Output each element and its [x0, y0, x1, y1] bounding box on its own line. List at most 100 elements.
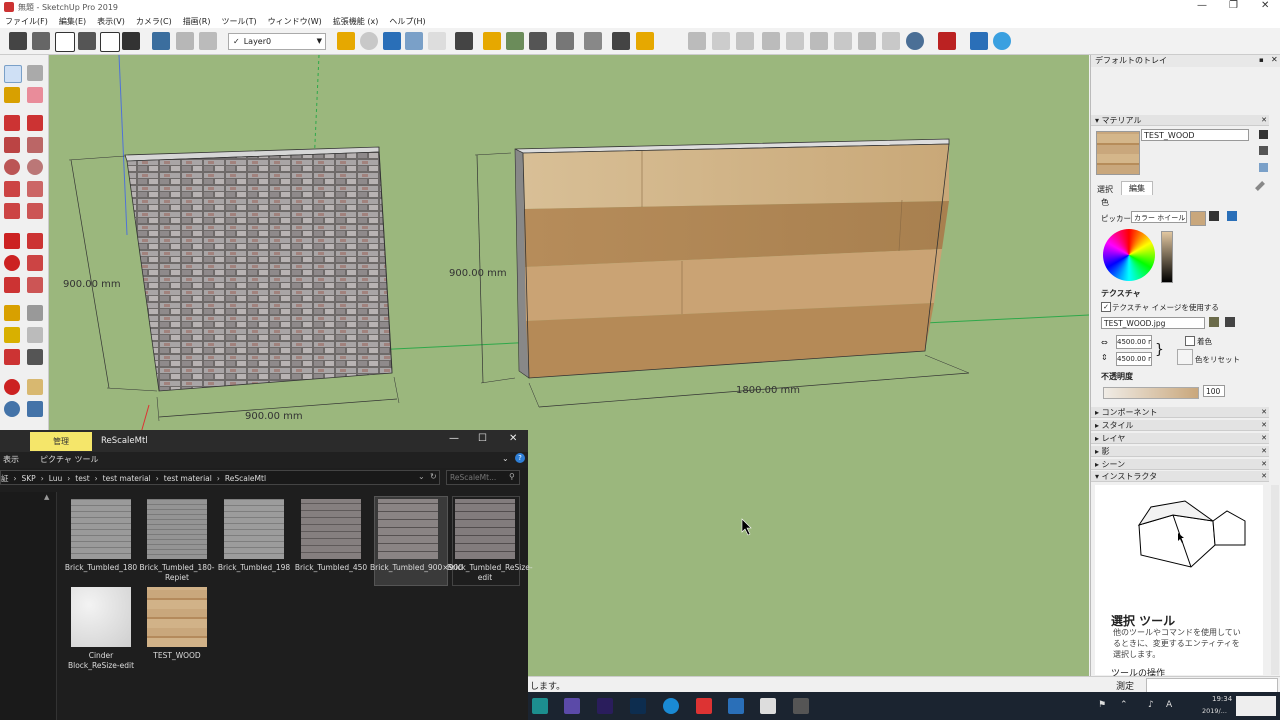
panel-close-icon[interactable]: ✕	[1261, 115, 1267, 126]
opacity-input[interactable]: 100	[1203, 385, 1225, 397]
minimize-button[interactable]: —	[1197, 0, 1207, 11]
create-material-icon[interactable]	[1259, 130, 1268, 139]
breadcrumb-0[interactable]: 証	[1, 474, 9, 483]
scene-icon-2[interactable]	[712, 32, 730, 50]
file-thumbnail[interactable]	[301, 499, 361, 559]
select-tool-icon[interactable]	[4, 65, 22, 83]
file-label[interactable]: Brick_Tumbled_198	[216, 563, 292, 573]
sliders-icon[interactable]	[584, 32, 602, 50]
premiere-icon[interactable]	[564, 698, 580, 714]
help-icon[interactable]: ?	[515, 453, 525, 463]
scale-tool-icon[interactable]	[4, 277, 20, 293]
breadcrumb-4[interactable]: test material	[103, 474, 151, 483]
menu-extensions[interactable]: 拡張機能 (x)	[328, 14, 385, 27]
colorize-checkbox[interactable]	[1185, 336, 1195, 346]
rotated-rect-icon[interactable]	[27, 137, 43, 153]
file-thumbnail[interactable]	[224, 499, 284, 559]
model-info-icon[interactable]	[152, 32, 170, 50]
arrow-down-icon[interactable]	[199, 32, 217, 50]
tab-edit[interactable]: 編集	[1121, 181, 1153, 195]
right-view-icon[interactable]	[78, 32, 96, 50]
manage-tab[interactable]: 管理	[30, 432, 92, 451]
details-arrow-icon[interactable]	[1259, 163, 1268, 172]
lightbulb-icon[interactable]	[993, 32, 1011, 50]
breadcrumb-5[interactable]: test material	[164, 474, 212, 483]
speaker-icon[interactable]	[556, 32, 574, 50]
file-label[interactable]: Brick_Tumbled_ReSize-edit	[447, 563, 533, 583]
left-view-icon[interactable]	[122, 32, 140, 50]
edit-texture-icon[interactable]	[1225, 317, 1235, 327]
follow-me-icon[interactable]	[27, 255, 43, 271]
breadcrumb-2[interactable]: Luu	[49, 474, 63, 483]
extension-icon[interactable]	[405, 32, 423, 50]
arc-tool-icon[interactable]	[4, 181, 20, 197]
push-pull-icon[interactable]	[27, 233, 43, 249]
menu-view[interactable]: 表示(V)	[92, 14, 131, 27]
eraser-layer-icon[interactable]	[176, 32, 194, 50]
file-label[interactable]: Brick_Tumbled_180	[63, 563, 139, 573]
menu-draw[interactable]: 描画(R)	[178, 14, 217, 27]
photoshop-icon[interactable]	[630, 698, 646, 714]
address-bar[interactable]: 証 › SKP › Luu › test › test material › test materi…	[0, 470, 440, 485]
shield-plus-icon[interactable]	[483, 32, 501, 50]
file-thumbnail[interactable]	[455, 499, 515, 559]
pan-tool-icon[interactable]	[27, 379, 43, 395]
file-label[interactable]: Brick_Tumbled_450	[293, 563, 369, 573]
paint-bucket-icon[interactable]	[4, 87, 20, 103]
breadcrumb-3[interactable]: test	[75, 474, 89, 483]
menu-tools[interactable]: ツール(T)	[217, 14, 263, 27]
front-view-icon[interactable]	[55, 32, 75, 52]
text-tool-icon[interactable]	[27, 327, 43, 343]
zoom-window-icon[interactable]	[27, 401, 43, 417]
brightness-slider[interactable]	[1161, 231, 1173, 283]
tray-close-icon[interactable]: ✕	[1271, 55, 1278, 64]
section-icon-6[interactable]	[882, 32, 900, 50]
shield-icon[interactable]	[337, 32, 355, 50]
menu-window[interactable]: ウィンドウ(W)	[263, 14, 328, 27]
menu-edit[interactable]: 編集(E)	[54, 14, 92, 27]
match-color-model-icon[interactable]	[1209, 211, 1219, 221]
clock-date[interactable]: 2019/...	[1202, 707, 1227, 715]
address-dropdown-icon[interactable]: ⌄	[418, 472, 425, 481]
sandbox-icon[interactable]	[529, 32, 547, 50]
back-view-icon[interactable]	[100, 32, 120, 52]
section-icon-3[interactable]	[810, 32, 828, 50]
network-icon[interactable]: ⚑	[1098, 700, 1106, 710]
hat-icon[interactable]	[455, 32, 473, 50]
explorer-close-button[interactable]: ✕	[509, 433, 517, 444]
wood-panel[interactable]	[522, 143, 950, 379]
restore-button[interactable]: ❐	[1229, 0, 1238, 11]
circle-tool-icon[interactable]	[4, 159, 20, 175]
tab-select[interactable]: 選択	[1097, 184, 1113, 195]
materials-panel-header[interactable]: ▾ マテリアル ✕	[1091, 115, 1269, 126]
components-panel-header[interactable]: ▸ コンポーネント ✕	[1091, 407, 1269, 418]
protractor-icon[interactable]	[4, 327, 20, 343]
calculator-icon[interactable]	[793, 698, 809, 714]
volume-icon[interactable]: ♪	[1148, 700, 1154, 710]
aspect-lock-icon[interactable]: }	[1155, 342, 1164, 358]
refresh-icon[interactable]: ↻	[430, 472, 437, 481]
zoom-tool-icon[interactable]	[4, 401, 20, 417]
texture-height-input[interactable]: 4500.00 mm	[1116, 352, 1152, 366]
section-icon-4[interactable]	[834, 32, 852, 50]
measurements-input[interactable]	[1146, 678, 1278, 693]
file-label[interactable]: Brick_Tumbled_900×900	[370, 563, 463, 573]
shadows-panel-header[interactable]: ▸ 影 ✕	[1091, 446, 1269, 457]
scroll-up-icon[interactable]: ▲	[44, 493, 49, 501]
reload-icon[interactable]	[360, 32, 378, 50]
file-label[interactable]: Brick_Tumbled_180-Repiet	[139, 563, 215, 583]
rotate-tool-icon[interactable]	[4, 255, 20, 271]
texture-file-input[interactable]: TEST_WOOD.jpg	[1101, 317, 1205, 329]
skype-icon[interactable]	[663, 698, 679, 714]
orbit-tool-icon[interactable]	[4, 379, 20, 395]
match-color-screen-icon[interactable]	[1227, 211, 1237, 221]
panel-close-icon[interactable]: ✕	[1261, 433, 1267, 444]
browse-folder-icon[interactable]	[1209, 317, 1219, 327]
sample-paint-icon[interactable]	[1259, 146, 1268, 155]
section-icon-1[interactable]	[762, 32, 780, 50]
section-icon-2[interactable]	[786, 32, 804, 50]
arc3-tool-icon[interactable]	[4, 203, 20, 219]
pin-icon[interactable]: ▪	[1259, 56, 1264, 64]
line-tool-icon[interactable]	[4, 115, 20, 131]
component-tool-icon[interactable]	[27, 65, 43, 81]
